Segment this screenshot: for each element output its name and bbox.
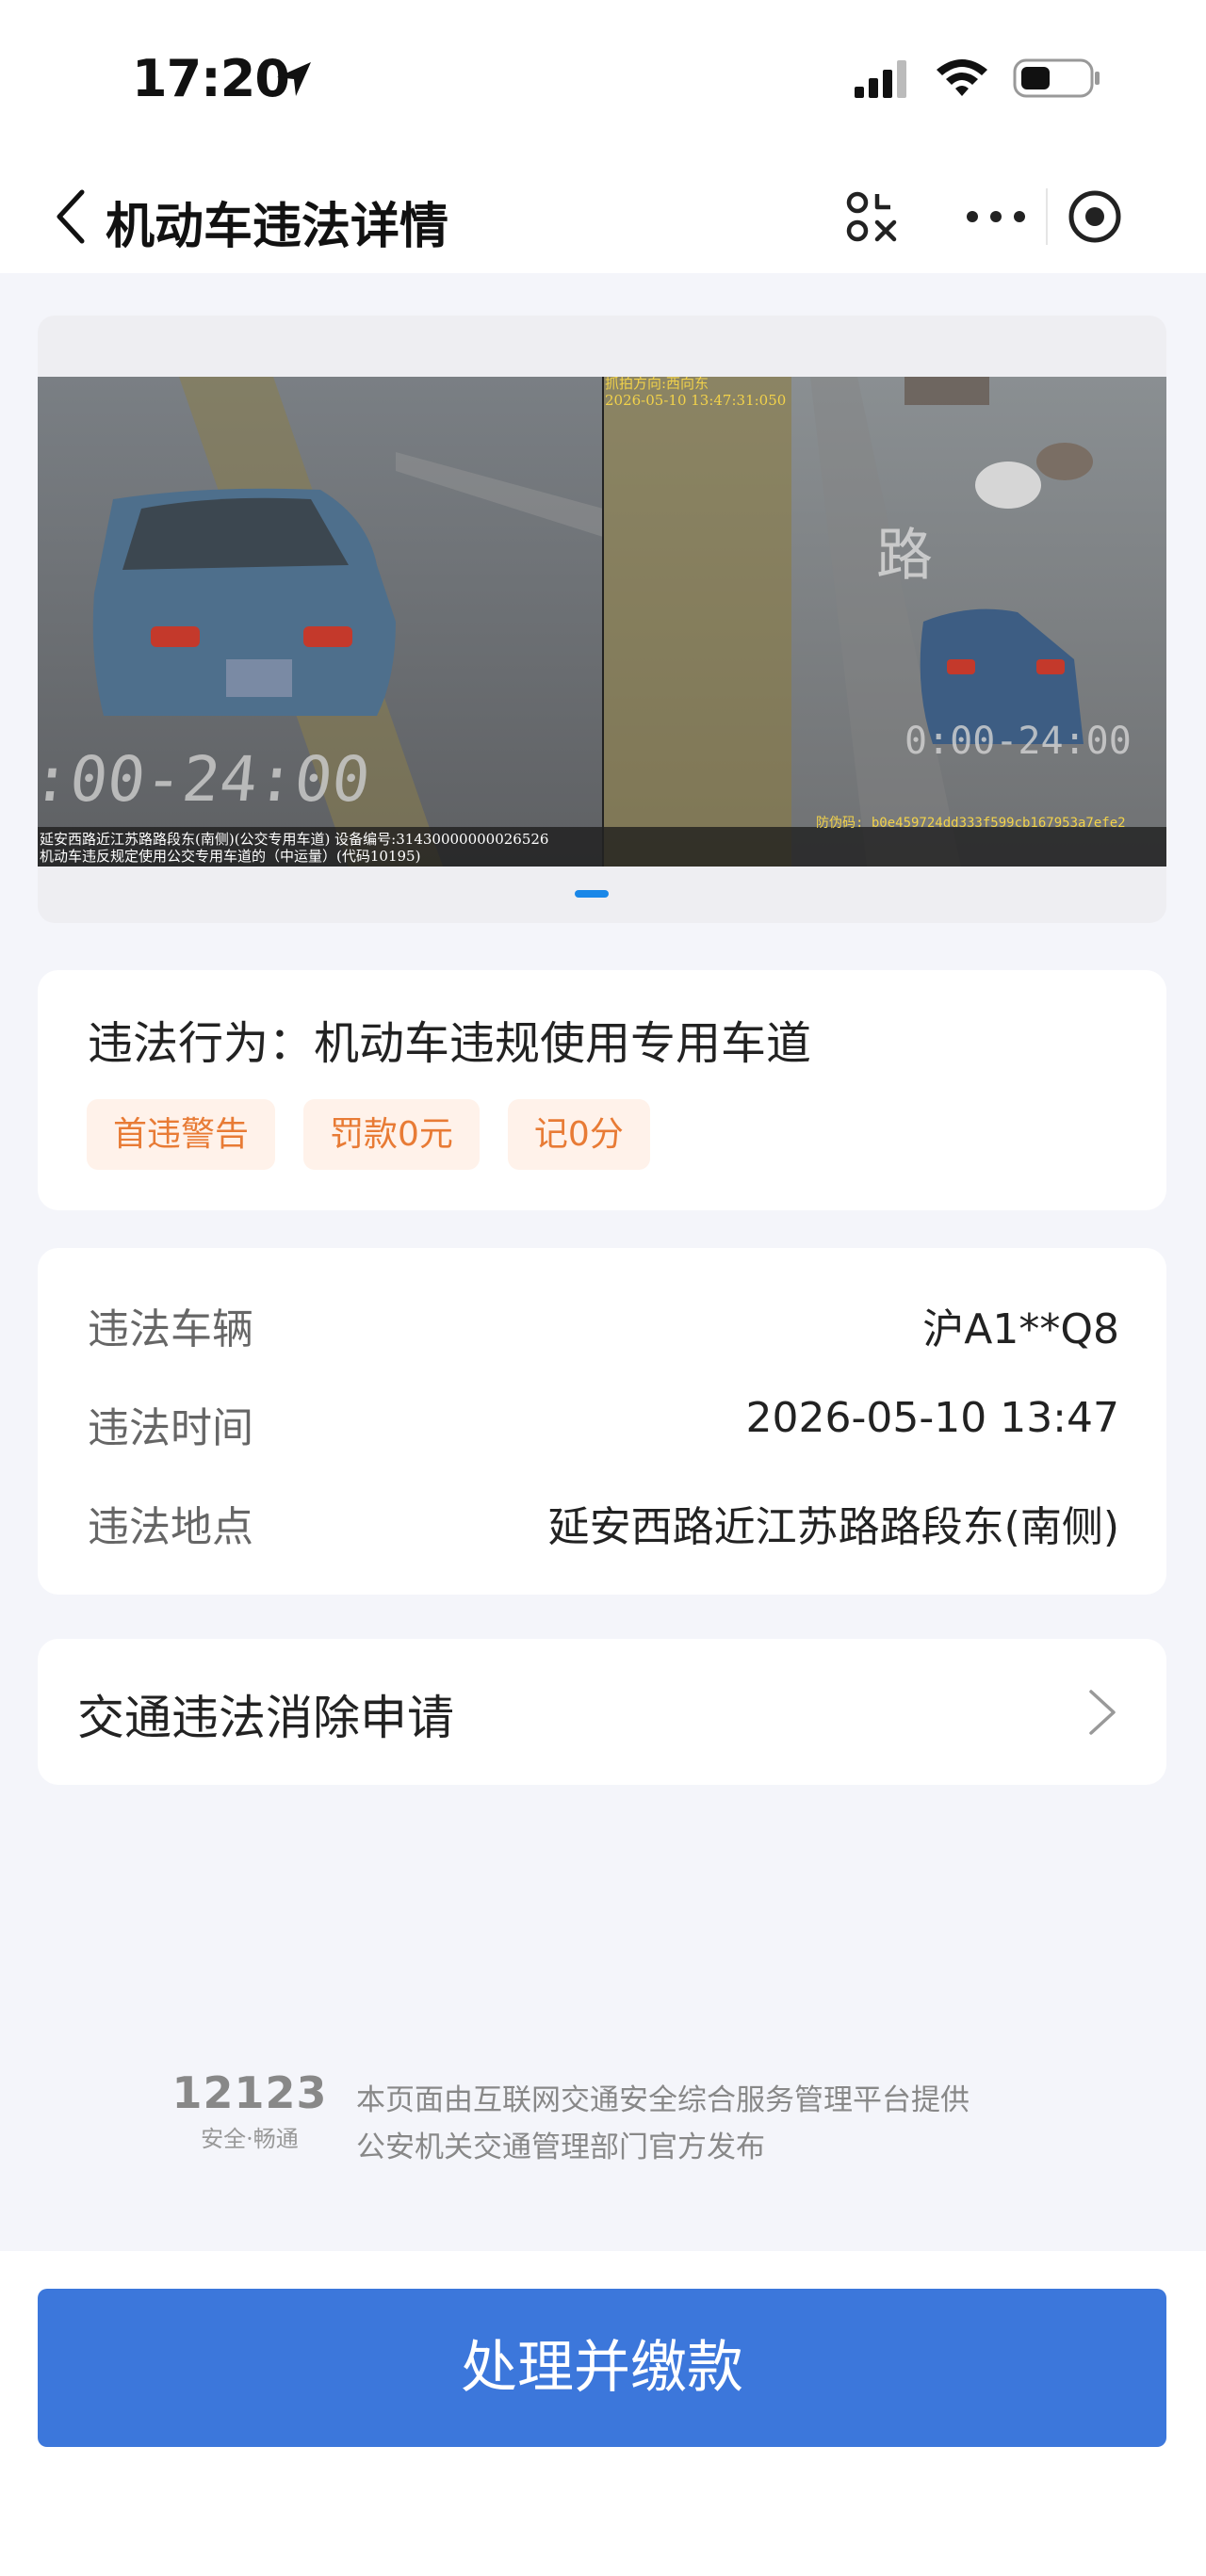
close-miniprogram-icon[interactable] bbox=[1065, 186, 1125, 247]
footer-line-2: 公安机关交通管理部门官方发布 bbox=[356, 2130, 765, 2164]
right-road-marking: 0:00-24:00 bbox=[904, 720, 1132, 763]
footer-disclaimer: 本页面由互联网交通安全综合服务管理平台提供 公安机关交通管理部门官方发布 bbox=[356, 2077, 970, 2171]
navigation-bar: 机动车违法详情 bbox=[0, 160, 1206, 273]
footer-line-1: 本页面由互联网交通安全综合服务管理平台提供 bbox=[356, 2083, 970, 2117]
anti-counterfeit-code: 防伪码: b0e459724dd333f599cb167953a7efe2 bbox=[816, 816, 1126, 831]
left-caption-line2: 机动车违反规定使用公交专用车道的（中运量）(代码10195) bbox=[40, 848, 420, 865]
chevron-right-icon bbox=[1089, 1690, 1116, 1735]
tag-fine: 罚款0元 bbox=[303, 1099, 480, 1170]
violation-behavior-label: 违法行为： bbox=[88, 1017, 315, 1070]
detail-label: 违法时间 bbox=[88, 1404, 253, 1452]
detail-value: 2026-05-10 13:47 bbox=[745, 1394, 1120, 1442]
logo-slogan: 安全·畅通 bbox=[201, 2126, 299, 2152]
violation-behavior-title: 违法行为：机动车违规使用专用车道 bbox=[88, 1006, 811, 1072]
detail-label: 违法地点 bbox=[88, 1503, 253, 1551]
detail-value: 沪A1**Q8 bbox=[922, 1305, 1119, 1353]
violation-photo-carousel[interactable]: 0:00-24:00 延安西路近江苏路路段东(南侧)(公交专用车道) 设备编号:… bbox=[38, 316, 1166, 923]
detail-value: 延安西路近江苏路路段东(南侧) bbox=[547, 1503, 1119, 1551]
wifi-icon bbox=[937, 59, 987, 96]
clock: 17:20 bbox=[132, 49, 290, 108]
carousel-page-indicator[interactable] bbox=[575, 890, 609, 898]
process-and-pay-button[interactable]: 处理并缴款 bbox=[38, 2289, 1166, 2447]
logo-number: 12123 bbox=[171, 2067, 328, 2118]
violation-details-card: 违法车辆 沪A1**Q8 违法时间 2026-05-10 13:47 违法地点 … bbox=[38, 1248, 1166, 1595]
detail-row-vehicle: 违法车辆 沪A1**Q8 bbox=[88, 1295, 1119, 1353]
status-bar: 17:20 bbox=[0, 0, 1206, 160]
detail-row-time: 违法时间 2026-05-10 13:47 bbox=[88, 1394, 1120, 1452]
left-caption-line1: 延安西路近江苏路路段东(南侧)(公交专用车道) 设备编号:31430000000… bbox=[40, 831, 548, 848]
app-logo: 12123 安全·畅通 bbox=[170, 2067, 330, 2157]
more-options-icon[interactable] bbox=[961, 188, 1032, 245]
penalty-tags: 首违警告 罚款0元 记0分 bbox=[87, 1099, 650, 1170]
page-title: 机动车违法详情 bbox=[106, 199, 449, 255]
scan-icon[interactable] bbox=[843, 188, 900, 245]
violation-behavior-value: 机动车违规使用专用车道 bbox=[314, 1017, 812, 1070]
left-road-marking: 0:00-24:00 bbox=[38, 743, 373, 816]
detail-row-location: 违法地点 延安西路近江苏路路段东(南侧) bbox=[88, 1493, 1119, 1551]
right-overlay-timestamp: 2026-05-10 13:47:31:050 bbox=[605, 392, 786, 409]
battery-icon bbox=[1013, 58, 1100, 98]
back-chevron-icon[interactable] bbox=[52, 186, 90, 247]
capsule-divider bbox=[1046, 188, 1048, 245]
violation-photo: 0:00-24:00 延安西路近江苏路路段东(南侧)(公交专用车道) 设备编号:… bbox=[38, 377, 1166, 867]
tag-points: 记0分 bbox=[507, 1099, 650, 1170]
tag-first-offense-warning: 首违警告 bbox=[87, 1099, 276, 1170]
right-road-mark: 路 bbox=[876, 523, 933, 589]
violation-elimination-entry[interactable]: 交通违法消除申请 bbox=[38, 1639, 1166, 1785]
violation-behavior-card: 违法行为：机动车违规使用专用车道 首违警告 罚款0元 记0分 bbox=[38, 970, 1166, 1210]
location-arrow-icon bbox=[277, 62, 311, 96]
bottom-action-bar: 处理并缴款 bbox=[0, 2251, 1206, 2576]
detail-label: 违法车辆 bbox=[88, 1305, 253, 1353]
right-overlay-direction: 抓拍方向:西向东 bbox=[605, 377, 709, 392]
cellular-signal-icon bbox=[855, 60, 906, 98]
elimination-label: 交通违法消除申请 bbox=[77, 1691, 454, 1745]
